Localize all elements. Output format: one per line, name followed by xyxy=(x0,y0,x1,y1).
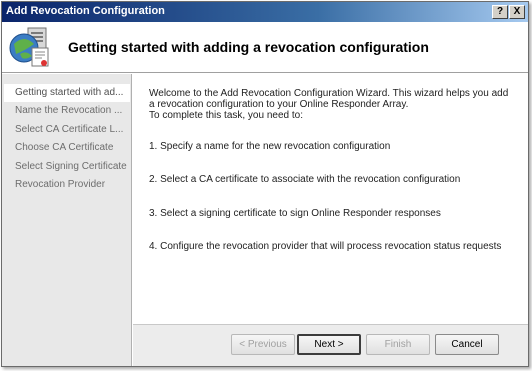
finish-button[interactable]: Finish xyxy=(366,334,430,355)
sidebar-item-select-ca-location[interactable]: Select CA Certificate L... xyxy=(4,121,130,139)
intro-line-2: a revocation configuration to your Onlin… xyxy=(149,99,409,110)
sidebar-item-select-signing-certificate[interactable]: Select Signing Certificate xyxy=(4,158,130,176)
intro-line-1: Welcome to the Add Revocation Configurat… xyxy=(149,88,509,99)
sidebar-item-name-configuration[interactable]: Name the Revocation ... xyxy=(4,102,130,120)
wizard-steps-sidebar: Getting started with ad... Name the Revo… xyxy=(2,74,132,366)
step-4-text: 4. Configure the revocation provider tha… xyxy=(149,241,502,252)
wizard-window: Add Revocation Configuration ? X Getting… xyxy=(1,1,529,367)
wizard-header: Getting started with adding a revocation… xyxy=(2,22,528,73)
page-title: Getting started with adding a revocation… xyxy=(68,39,429,55)
step-1-text: 1. Specify a name for the new revocation… xyxy=(149,141,391,152)
server-certificate-icon xyxy=(9,27,49,67)
help-button[interactable]: ? xyxy=(492,5,508,19)
title-bar[interactable]: Add Revocation Configuration ? X xyxy=(2,2,528,22)
close-button[interactable]: X xyxy=(509,5,525,19)
next-button[interactable]: Next > xyxy=(297,334,361,355)
step-3-text: 3. Select a signing certificate to sign … xyxy=(149,208,441,219)
sidebar-item-choose-ca-certificate[interactable]: Choose CA Certificate xyxy=(4,139,130,157)
wizard-content: Welcome to the Add Revocation Configurat… xyxy=(133,74,528,328)
sidebar-item-getting-started[interactable]: Getting started with ad... xyxy=(4,84,130,102)
cancel-button[interactable]: Cancel xyxy=(435,334,499,355)
window-title: Add Revocation Configuration xyxy=(6,5,165,17)
intro-line-3: To complete this task, you need to: xyxy=(149,110,303,121)
sidebar-item-revocation-provider[interactable]: Revocation Provider xyxy=(4,176,130,194)
previous-button[interactable]: < Previous xyxy=(231,334,295,355)
wizard-footer: < Previous Next > Finish Cancel xyxy=(133,324,528,366)
step-2-text: 2. Select a CA certificate to associate … xyxy=(149,174,461,185)
